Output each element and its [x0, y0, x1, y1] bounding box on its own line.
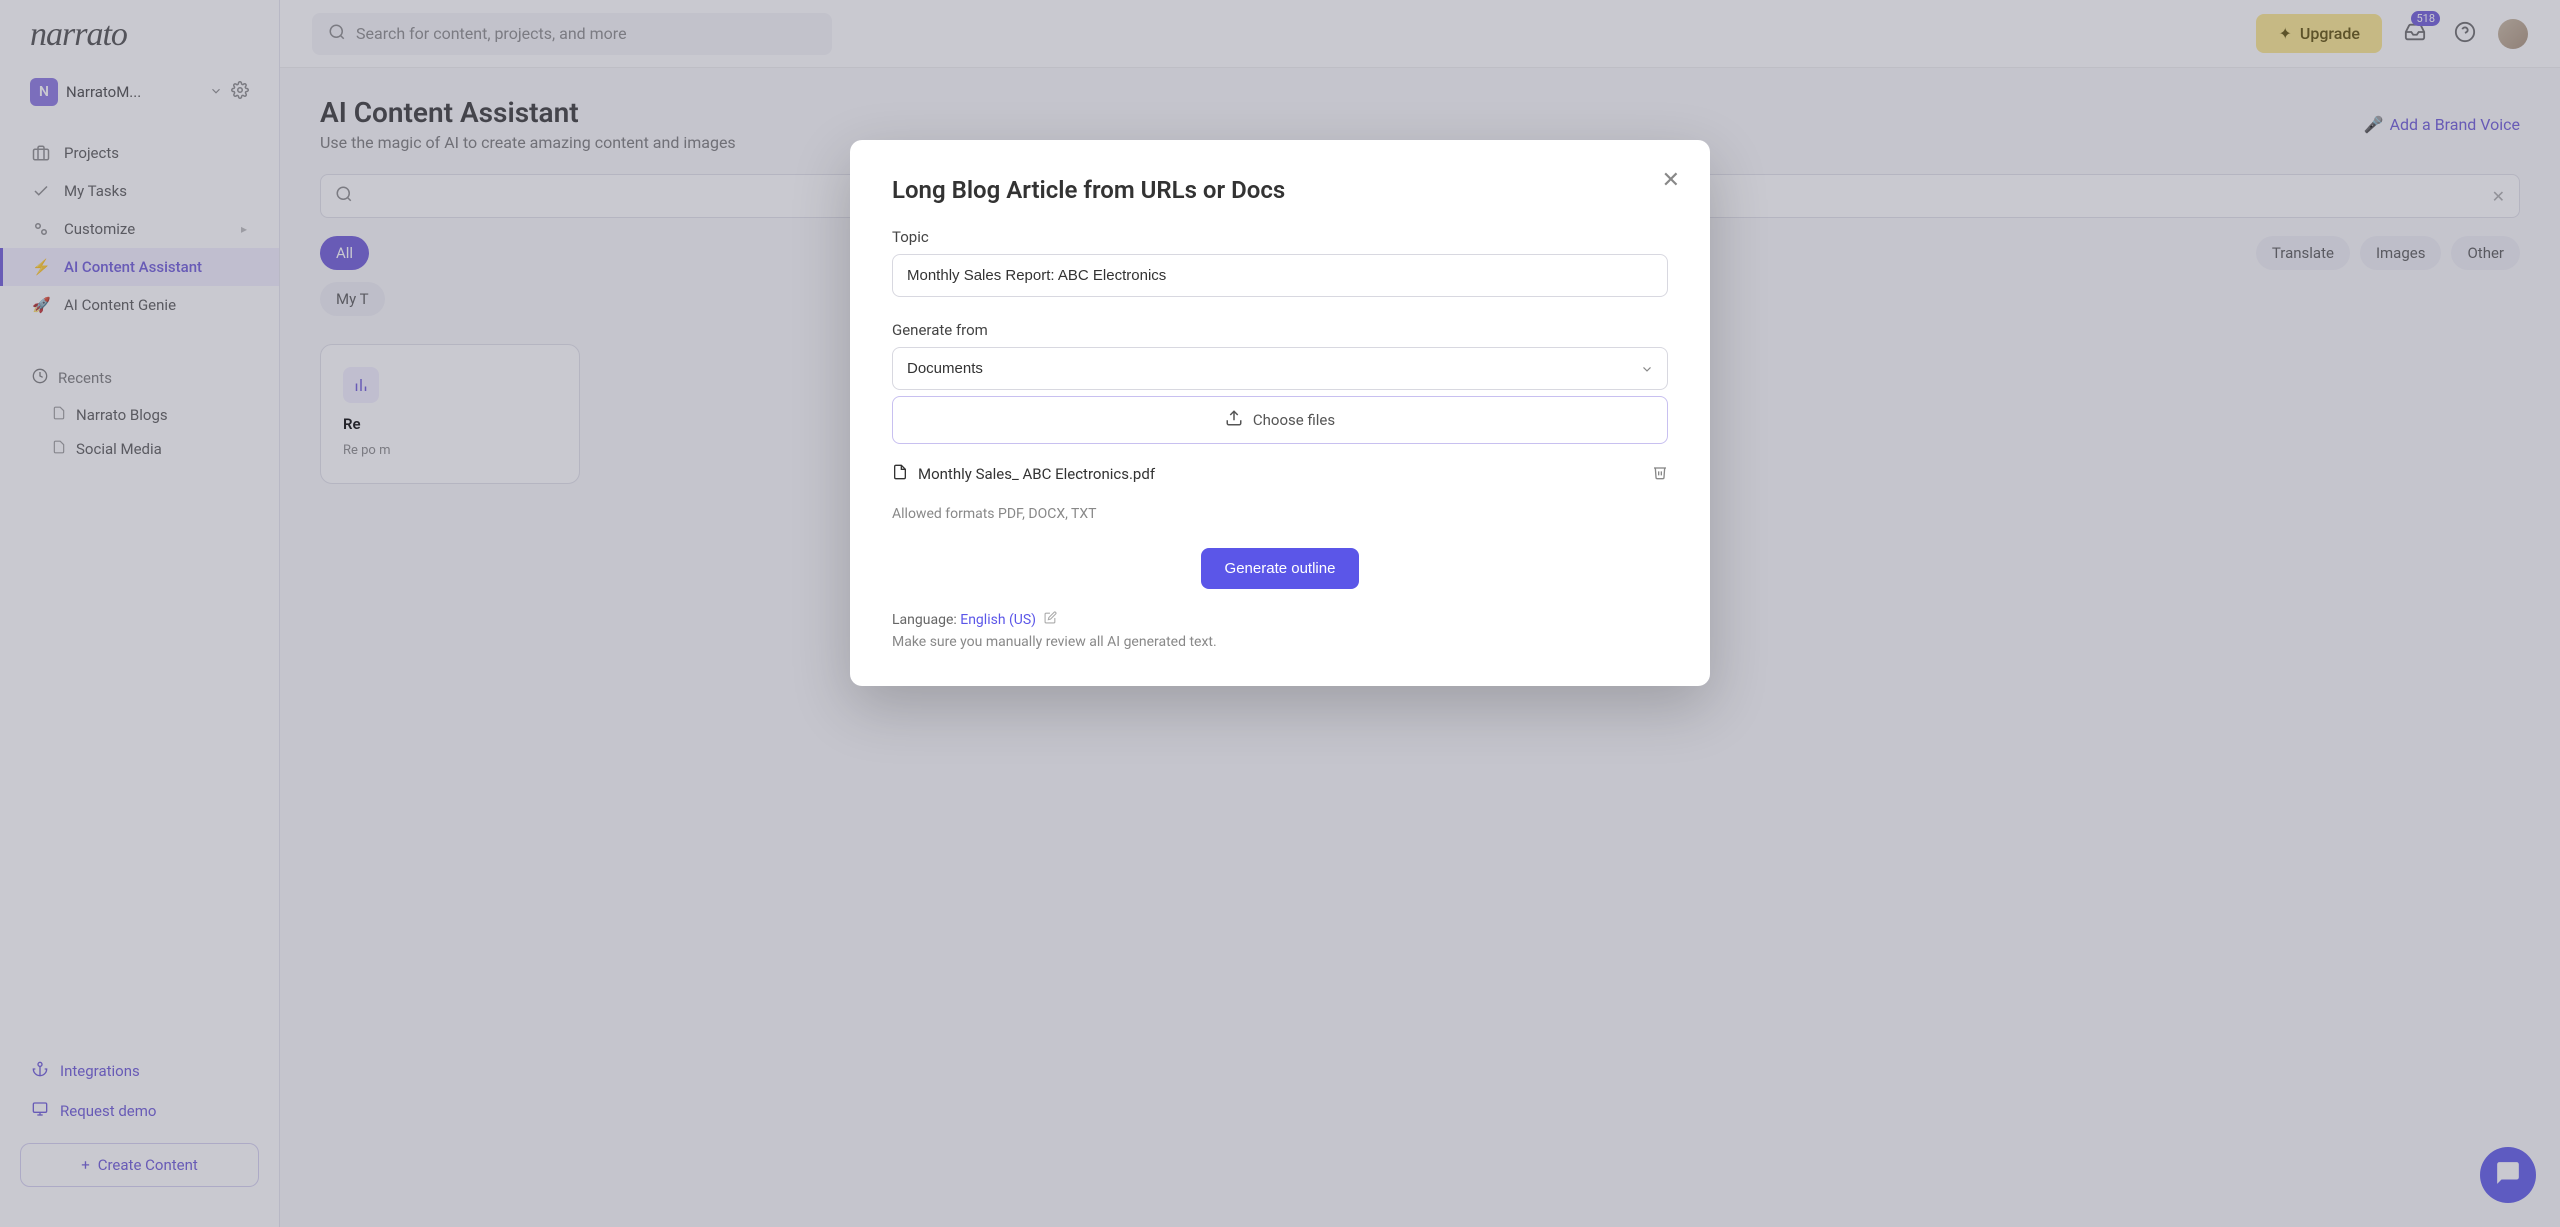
allowed-formats-hint: Allowed formats PDF, DOCX, TXT: [892, 506, 1668, 522]
upload-icon: [1225, 409, 1243, 431]
modal-title: Long Blog Article from URLs or Docs: [892, 176, 1668, 204]
edit-icon[interactable]: [1044, 612, 1057, 628]
language-link[interactable]: English (US): [960, 612, 1036, 628]
generate-from-select[interactable]: [892, 347, 1668, 390]
choose-files-button[interactable]: Choose files: [892, 396, 1668, 444]
language-row: Language: English (US): [892, 611, 1668, 628]
chevron-down-icon[interactable]: [1640, 361, 1654, 380]
modal-dialog: Long Blog Article from URLs or Docs ✕ To…: [850, 140, 1710, 686]
review-note: Make sure you manually review all AI gen…: [892, 634, 1668, 650]
close-icon[interactable]: ✕: [1662, 168, 1680, 193]
trash-icon[interactable]: [1652, 464, 1668, 484]
file-icon: [892, 464, 908, 484]
generate-from-label: Generate from: [892, 321, 1668, 339]
topic-input[interactable]: [892, 254, 1668, 297]
uploaded-file-row: Monthly Sales_ ABC Electronics.pdf: [892, 464, 1668, 484]
file-name: Monthly Sales_ ABC Electronics.pdf: [918, 465, 1155, 483]
button-label: Choose files: [1253, 411, 1335, 429]
topic-label: Topic: [892, 228, 1668, 246]
generate-outline-button[interactable]: Generate outline: [1201, 548, 1360, 589]
